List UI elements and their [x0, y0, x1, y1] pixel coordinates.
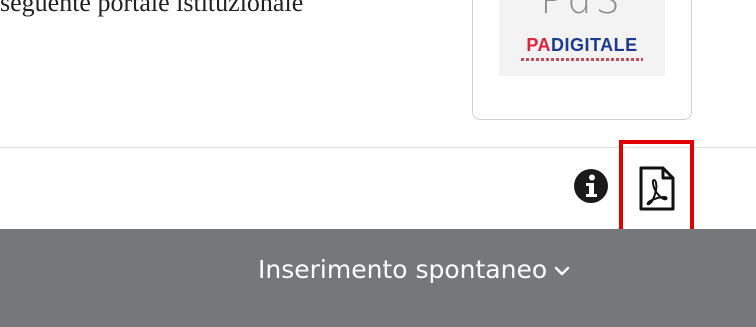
menu-label: Inserimento spontaneo [258, 255, 548, 284]
info-icon[interactable] [573, 168, 609, 204]
padigitale-logo: PdS PADIGITALE [499, 0, 665, 76]
inserimento-spontaneo-menu[interactable]: Inserimento spontaneo [258, 255, 571, 284]
logo-word-pa: PA [526, 35, 551, 55]
logo-word-digitale: DIGITALE [551, 35, 638, 55]
page: seguente portale istituzionale PdS PADIG… [0, 0, 756, 327]
bottom-nav-bar: Inserimento spontaneo [0, 229, 756, 327]
chevron-down-icon [554, 266, 570, 276]
top-caption: seguente portale istituzionale [0, 0, 304, 17]
pdf-icon[interactable] [636, 166, 678, 212]
logo-wordmark: PADIGITALE [499, 35, 665, 56]
logo-top-text: PdS [540, 0, 624, 22]
logo-card[interactable]: PdS PADIGITALE [472, 0, 692, 120]
logo-tagline-decoration [521, 58, 643, 61]
